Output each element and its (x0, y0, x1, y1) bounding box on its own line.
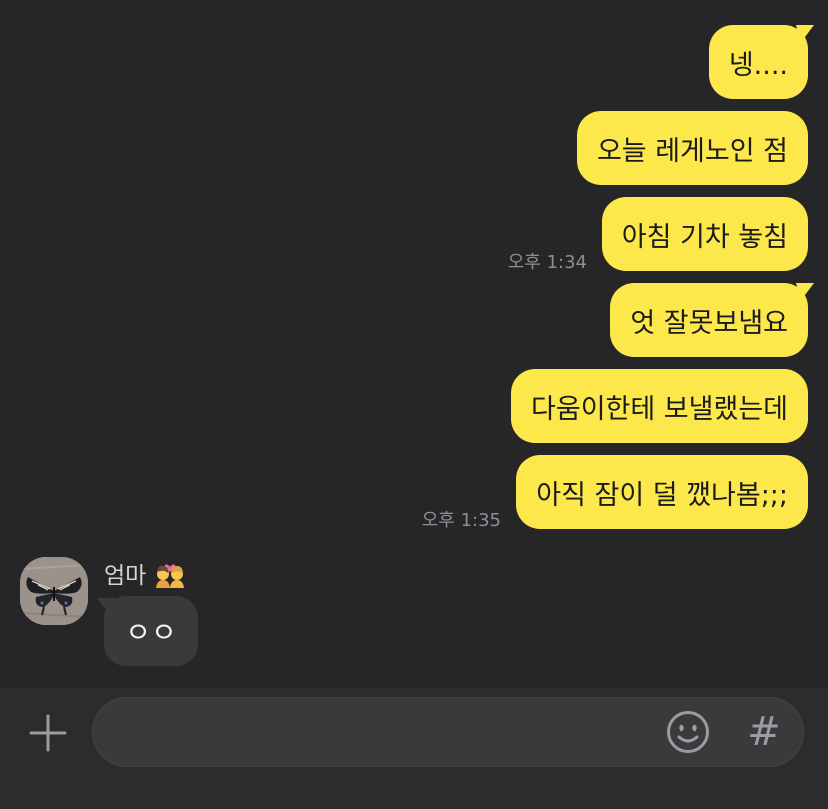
message-text: 엇 잘못보냄요 (630, 307, 788, 339)
outgoing-message[interactable]: 아직 잠이 덜 깼나봄;;; (516, 455, 808, 529)
message-timestamp: 오후 1:34 (507, 252, 587, 273)
outgoing-message[interactable]: 엇 잘못보냄요 (610, 283, 814, 357)
message-text: 오늘 레게노인 점 (596, 135, 788, 167)
message-text: 넹.... (728, 49, 788, 81)
sender-name-row: 엄마 (104, 557, 186, 589)
hashtag-button[interactable]: # (742, 709, 786, 755)
emoji-button[interactable] (665, 709, 711, 755)
hashtag-icon: # (747, 709, 781, 755)
bubble-tail (796, 283, 814, 301)
message-text: 아직 잠이 덜 깼나봄;;; (536, 479, 788, 511)
outgoing-message[interactable]: 오늘 레게노인 점 (576, 111, 808, 185)
message-input[interactable] (117, 698, 661, 768)
couple-with-heart-emoji-icon (154, 558, 186, 588)
message-text: 다움이한테 보낼랬는데 (531, 393, 788, 425)
butterfly-photo-icon (20, 557, 88, 625)
avatar[interactable] (20, 557, 88, 625)
message-text: 아침 기차 놓침 (621, 221, 788, 253)
outgoing-message[interactable]: 아침 기차 놓침 (601, 197, 808, 271)
incoming-message[interactable]: ㅇㅇ (104, 596, 198, 666)
sender-name: 엄마 (104, 563, 147, 589)
smiley-icon (667, 711, 709, 753)
plus-icon (29, 714, 67, 752)
attach-button[interactable] (26, 711, 70, 755)
bubble-tail (796, 25, 814, 43)
outgoing-message[interactable]: 다움이한테 보낼랬는데 (511, 369, 808, 443)
chat-area: 넹.... 오늘 레게노인 점 아침 기차 놓침 오후 1:34 엇 잘못보냄요… (0, 0, 828, 688)
outgoing-message[interactable]: 넹.... (708, 25, 814, 99)
message-text: ㅇㅇ (125, 616, 177, 649)
message-timestamp: 오후 1:35 (421, 510, 501, 531)
